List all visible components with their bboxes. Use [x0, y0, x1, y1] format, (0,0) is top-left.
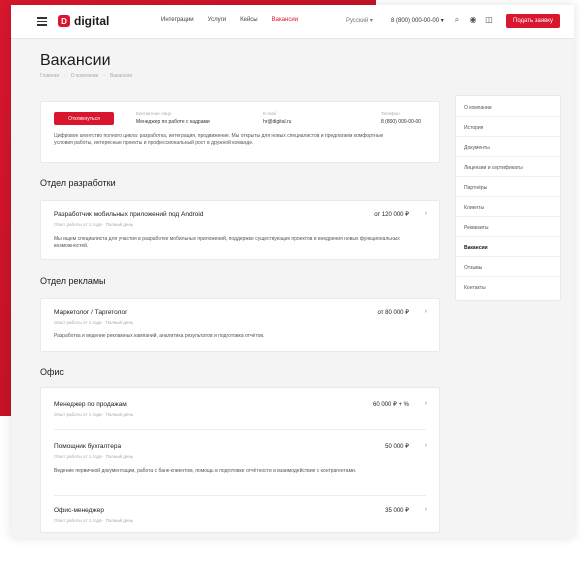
email-label: E-mail [263, 111, 276, 116]
breadcrumb-separator: · [64, 73, 66, 79]
sidebar-menu: О компании История Документы Лицензии и … [455, 95, 561, 301]
chevron-right-icon[interactable]: › [425, 442, 427, 449]
vacancy-card[interactable]: Разработчик мобильных приложений под And… [40, 200, 440, 260]
vacancy-schedule: Полный день [105, 454, 134, 459]
section-title-advertising: Отдел рекламы [40, 276, 106, 286]
sidebar-divider [456, 236, 560, 237]
vacancy-meta: Опыт работы от 1 года · Полный день [54, 454, 134, 459]
vacancy-title[interactable]: Офис-менеджер [54, 507, 104, 514]
sidebar-item-clients[interactable]: Клиенты [464, 205, 484, 211]
vacancy-list-card: Менеджер по продажам Опыт работы от 1 го… [40, 387, 440, 533]
divider [54, 495, 426, 496]
contact-person-value: Менеджер по работе с кадрами [136, 119, 210, 125]
section-title-office: Офис [40, 367, 64, 377]
breadcrumb-item-about[interactable]: О компании [71, 73, 99, 79]
sidebar-divider [456, 276, 560, 277]
submit-request-button[interactable]: Подать заявку [506, 14, 560, 28]
vacancy-card[interactable]: Маркетолог / Таргетолог Опыт работы от 1… [40, 298, 440, 352]
vacancy-meta: Опыт работы от 1 года · Полный день [54, 518, 134, 523]
chevron-right-icon[interactable]: › [425, 308, 427, 315]
phone-block: Телефон 8 (800) 000-00-00 [381, 111, 421, 125]
apply-button[interactable]: Откликнуться [54, 112, 114, 125]
sidebar-item-documents[interactable]: Документы [464, 145, 490, 151]
info-description: Цифровое агентство полного цикла: разраб… [54, 133, 384, 146]
contact-info-card: Откликнуться Контактное лицо Менеджер по… [40, 101, 440, 163]
vacancy-schedule: Полный день [105, 412, 134, 417]
contact-person-block: Контактное лицо Менеджер по работе с кад… [136, 111, 210, 125]
chevron-right-icon[interactable]: › [425, 506, 427, 513]
vacancy-description: Ведение первичной документации, работа с… [54, 468, 357, 474]
vacancy-experience: Опыт работы от 1 года [54, 222, 102, 227]
sidebar-item-licenses[interactable]: Лицензии и сертификаты [464, 165, 523, 171]
sidebar-item-history[interactable]: История [464, 125, 483, 131]
vacancy-meta: Опыт работы от 1 года · Полный день [54, 320, 134, 325]
logo[interactable]: D digital [58, 14, 109, 28]
vacancy-title[interactable]: Помощник бухгалтера [54, 443, 121, 450]
search-icon[interactable]: ⌕ [452, 15, 462, 25]
breadcrumb-item-current: Вакансии [109, 73, 132, 79]
vacancy-title[interactable]: Менеджер по продажам [54, 401, 127, 408]
vacancy-schedule: Полный день [105, 518, 134, 523]
vacancy-salary: 35 000 ₽ [385, 508, 409, 514]
background-bottom-strip [0, 538, 580, 568]
phone-label: Телефон [381, 111, 400, 116]
sidebar-divider [456, 216, 560, 217]
sidebar-divider [456, 256, 560, 257]
sidebar-item-vacancies[interactable]: Вакансии [464, 245, 488, 251]
vacancy-salary: от 120 000 ₽ [374, 212, 409, 218]
vacancy-salary: от 80 000 ₽ [377, 310, 409, 316]
vacancy-salary: 60 000 ₽ + % [372, 402, 409, 408]
contact-person-label: Контактное лицо [136, 111, 172, 116]
cart-icon[interactable]: ◫ [484, 15, 494, 25]
nav-item-integrations[interactable]: Интеграции [161, 17, 194, 23]
vacancy-experience: Опыт работы от 1 года [54, 454, 102, 459]
sidebar-item-partners[interactable]: Партнёры [464, 185, 487, 191]
vacancy-title[interactable]: Маркетолог / Таргетолог [54, 309, 127, 316]
nav-item-services[interactable]: Услуги [208, 17, 226, 23]
sidebar-divider [456, 176, 560, 177]
vacancy-schedule: Полный день [105, 222, 134, 227]
breadcrumb-item-home[interactable]: Главная [40, 73, 59, 79]
nav-item-vacancies[interactable]: Вакансии [272, 17, 298, 23]
logo-mark: D [58, 15, 70, 27]
menu-burger-icon[interactable] [37, 17, 47, 26]
page-title: Вакансии [40, 52, 111, 69]
vacancy-experience: Опыт работы от 1 года [54, 518, 102, 523]
phone-link[interactable]: 8 (800) 000-00-00 [381, 119, 421, 125]
vacancy-description: Разработка и ведение рекламных кампаний,… [54, 333, 265, 339]
chevron-right-icon[interactable]: › [425, 210, 427, 217]
divider [54, 429, 426, 430]
sidebar-item-reviews[interactable]: Отзывы [464, 265, 482, 271]
sidebar-divider [456, 116, 560, 117]
sidebar-item-requisites[interactable]: Реквизиты [464, 225, 489, 231]
vacancy-salary: 50 000 ₽ [385, 444, 409, 450]
vacancy-experience: Опыт работы от 1 года [54, 320, 102, 325]
breadcrumb-separator: · [103, 73, 105, 79]
page-window: D digital Интеграции Услуги Кейсы Ваканс… [11, 5, 574, 538]
sidebar-item-contacts[interactable]: Контакты [464, 285, 486, 291]
sidebar-item-about[interactable]: О компании [464, 105, 492, 111]
breadcrumb: Главная · О компании · Вакансии [40, 73, 132, 79]
logo-text: digital [74, 14, 110, 28]
section-title-development: Отдел разработки [40, 178, 116, 188]
vacancy-description: Мы ищем специалиста для участия в разраб… [54, 236, 400, 249]
sidebar-divider [456, 136, 560, 137]
user-icon[interactable]: ◉ [468, 15, 478, 25]
nav-item-cases[interactable]: Кейсы [240, 17, 258, 23]
vacancy-meta: Опыт работы от 1 года · Полный день [54, 222, 134, 227]
main-nav: Интеграции Услуги Кейсы Вакансии [161, 17, 298, 23]
sidebar-divider [456, 156, 560, 157]
vacancy-title[interactable]: Разработчик мобильных приложений под And… [54, 211, 203, 218]
chevron-right-icon[interactable]: › [425, 400, 427, 407]
site-header: D digital Интеграции Услуги Кейсы Ваканс… [11, 5, 574, 39]
header-phone[interactable]: 8 (800) 000-00-00 ▾ [391, 17, 444, 24]
email-link[interactable]: hr@digital.ru [263, 119, 291, 125]
email-block: E-mail hr@digital.ru [263, 111, 291, 125]
vacancy-meta: Опыт работы от 1 года · Полный день [54, 412, 134, 417]
vacancy-schedule: Полный день [105, 320, 134, 325]
language-select[interactable]: Русский ▾ [346, 17, 373, 24]
vacancy-experience: Опыт работы от 1 года [54, 412, 102, 417]
sidebar-divider [456, 196, 560, 197]
